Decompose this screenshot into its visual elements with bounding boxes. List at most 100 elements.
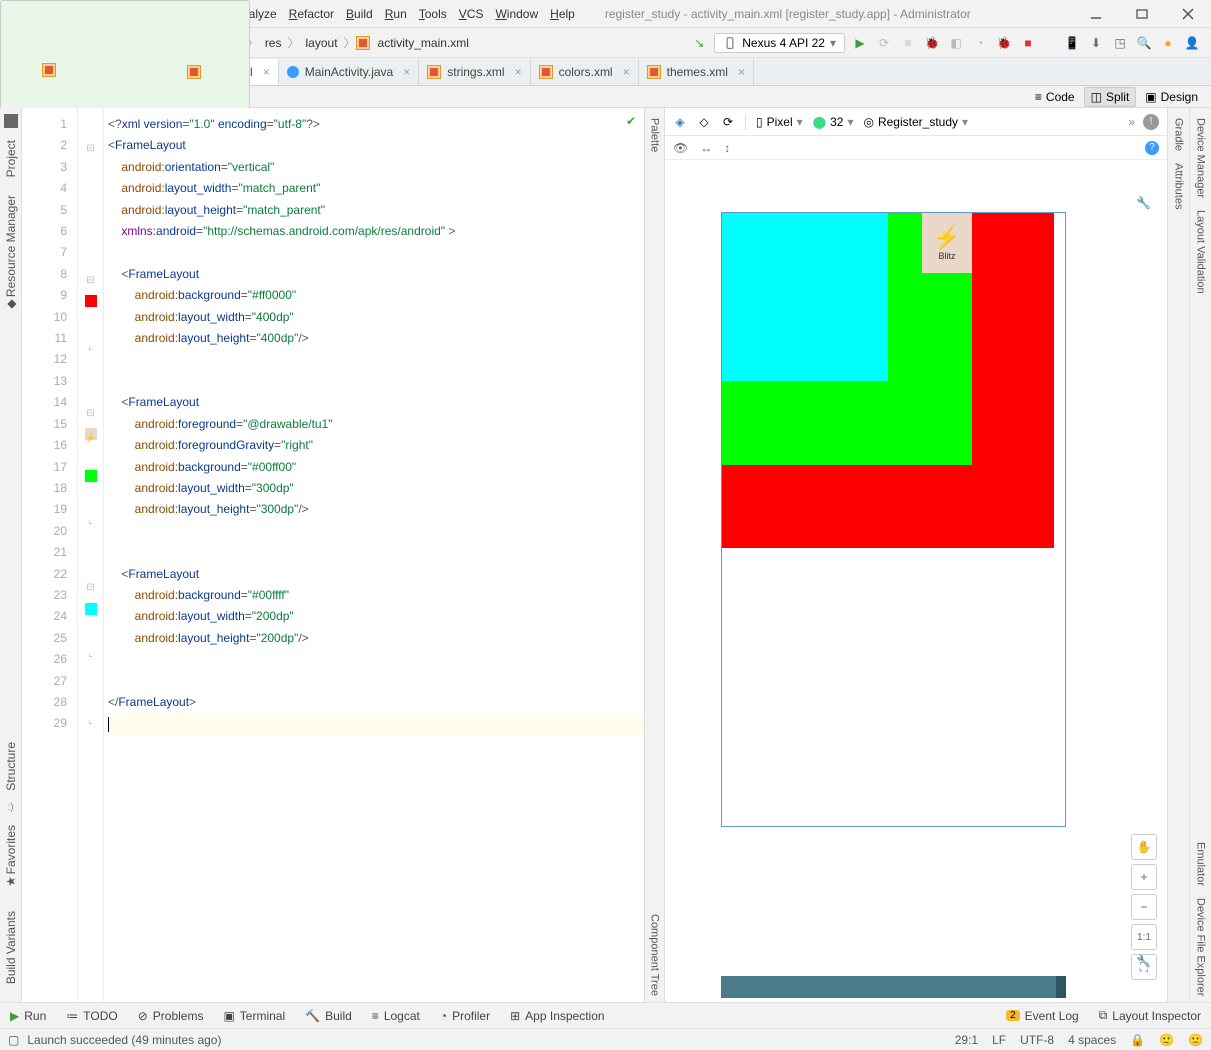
- avd-manager-icon[interactable]: 📱: [1063, 32, 1081, 54]
- close-tab-icon[interactable]: ×: [515, 65, 522, 79]
- window-minimize-button[interactable]: [1073, 0, 1119, 28]
- apply-changes-button[interactable]: ⟳: [875, 32, 893, 54]
- device-frame[interactable]: ⚡ Blitz: [721, 212, 1066, 827]
- resource-manager-tool-tab[interactable]: ◆Resource Manager: [2, 189, 20, 321]
- view-design-button[interactable]: ▣Design: [1138, 87, 1205, 107]
- view-code-button[interactable]: ≡Code: [1028, 87, 1082, 107]
- design-surface-icon[interactable]: ◈: [673, 115, 687, 129]
- build-tool-tab[interactable]: 🔨Build: [305, 1009, 352, 1023]
- sdk-manager-icon[interactable]: ⬇: [1087, 32, 1105, 54]
- line-number-gutter[interactable]: 1234567891011121314151617181920212223242…: [22, 108, 78, 1002]
- project-icon[interactable]: [4, 114, 18, 128]
- profiler-tool-tab[interactable]: ◔Profiler: [440, 1009, 490, 1023]
- caret-position[interactable]: 29:1: [955, 1033, 978, 1047]
- wrench-icon[interactable]: 🔧: [1136, 954, 1151, 968]
- api-picker[interactable]: ⬤32▾: [813, 115, 854, 129]
- close-tab-icon[interactable]: ×: [263, 65, 270, 79]
- file-tab[interactable]: strings.xml×: [419, 59, 530, 85]
- breadcrumb-segment[interactable]: layout: [300, 34, 344, 52]
- warnings-icon[interactable]: !: [1143, 114, 1159, 130]
- view-split-button[interactable]: ◫Split: [1084, 87, 1137, 107]
- help-icon[interactable]: ?: [1145, 141, 1159, 155]
- window-close-button[interactable]: [1165, 0, 1211, 28]
- code-area[interactable]: <?xml version="1.0" encoding="utf-8"?><F…: [104, 108, 644, 1002]
- logcat-tool-tab[interactable]: ≡Logcat: [372, 1009, 420, 1023]
- run-tool-tab[interactable]: ▶Run: [10, 1009, 46, 1023]
- coverage-button[interactable]: ◧: [947, 32, 965, 54]
- breadcrumb-segment[interactable]: activity_main.xml: [372, 34, 475, 52]
- structure-tool-tab[interactable]: Structure: [2, 736, 20, 797]
- device-picker[interactable]: ▯Pixel▾: [756, 115, 803, 129]
- emulator-tool-tab[interactable]: Emulator: [1193, 836, 1209, 892]
- file-tab[interactable]: colors.xml×: [531, 59, 639, 85]
- event-log-tool-tab[interactable]: 2Event Log: [1006, 1009, 1079, 1023]
- debug-button[interactable]: 🐞: [923, 32, 941, 54]
- file-encoding[interactable]: UTF-8: [1020, 1033, 1054, 1047]
- theme-picker[interactable]: ◎Register_study▾: [863, 115, 968, 129]
- inspections-ok-icon[interactable]: ✔: [626, 114, 636, 128]
- menu-refactor[interactable]: Refactor: [283, 4, 340, 24]
- device-manager-tool-tab[interactable]: Device Manager: [1193, 112, 1209, 204]
- breadcrumb-segment[interactable]: res: [259, 34, 288, 52]
- menu-tools[interactable]: Tools: [413, 4, 453, 24]
- smiley-icon[interactable]: 🙂: [1159, 1033, 1174, 1047]
- second-device-strip: [721, 976, 1066, 998]
- file-tab[interactable]: themes.xml×: [639, 59, 754, 85]
- layout-inspector-tool-tab[interactable]: ⧉Layout Inspector: [1099, 1008, 1201, 1023]
- attach-debugger-button[interactable]: 🐞: [995, 32, 1013, 54]
- apply-code-button[interactable]: ≡: [899, 32, 917, 54]
- profile-button[interactable]: ◔: [971, 32, 989, 54]
- window-maximize-button[interactable]: [1119, 0, 1165, 28]
- device-file-explorer-tool-tab[interactable]: Device File Explorer: [1193, 892, 1209, 1002]
- menu-vcs[interactable]: VCS: [453, 4, 490, 24]
- attributes-tool-tab[interactable]: Attributes: [1171, 157, 1187, 215]
- sync-icon[interactable]: ↘: [690, 32, 708, 54]
- project-tool-tab[interactable]: Project: [2, 134, 20, 183]
- zoom-fit-button[interactable]: 1:1: [1131, 924, 1157, 950]
- run-button[interactable]: ▶: [851, 32, 869, 54]
- wrench-icon[interactable]: 🔧: [1136, 196, 1151, 210]
- menu-window[interactable]: Window: [489, 4, 544, 24]
- favorites-tool-tab[interactable]: ★Favorites: [2, 819, 20, 898]
- expand-icon[interactable]: ↕: [724, 141, 730, 155]
- menu-help[interactable]: Help: [544, 4, 581, 24]
- pan-button[interactable]: ✋: [1131, 834, 1157, 860]
- problems-tool-tab[interactable]: ⊘Problems: [138, 1009, 204, 1023]
- palette-tool-tab[interactable]: Palette: [647, 112, 663, 158]
- orientation-icon[interactable]: ⟳: [721, 115, 735, 129]
- eye-icon[interactable]: 👁: [673, 141, 688, 155]
- zoom-in-button[interactable]: +: [1131, 864, 1157, 890]
- close-tab-icon[interactable]: ×: [403, 65, 410, 79]
- tool-windows-toggle-icon[interactable]: ▢: [8, 1033, 19, 1047]
- code-editor[interactable]: 1234567891011121314151617181920212223242…: [22, 108, 645, 1002]
- component-tree-tool-tab[interactable]: Component Tree: [647, 908, 663, 1002]
- gradle-tool-tab[interactable]: Gradle: [1171, 112, 1187, 157]
- design-canvas[interactable]: 🔧 ⚡ Blitz ✋ + − 1:1 ⛶ 🔧: [665, 160, 1167, 1002]
- arrows-icon[interactable]: ↔: [700, 141, 712, 155]
- line-separator[interactable]: LF: [992, 1033, 1006, 1047]
- search-icon[interactable]: 🔍: [1135, 32, 1153, 54]
- zoom-out-button[interactable]: −: [1131, 894, 1157, 920]
- close-tab-icon[interactable]: ×: [738, 65, 745, 79]
- device-selector-dropdown[interactable]: Nexus 4 API 22 ▾: [714, 33, 845, 53]
- stop-button[interactable]: ■: [1019, 32, 1037, 54]
- user-avatar-icon[interactable]: 👤: [1183, 32, 1201, 54]
- readonly-icon[interactable]: 🔒: [1130, 1033, 1145, 1047]
- todo-tool-tab[interactable]: ≔TODO: [66, 1009, 117, 1023]
- menu-build[interactable]: Build: [340, 4, 379, 24]
- layout-validation-tool-tab[interactable]: Layout Validation: [1193, 204, 1209, 300]
- app-inspection-tool-tab[interactable]: ⊞App Inspection: [510, 1009, 604, 1023]
- file-tab[interactable]: MainActivity.java×: [279, 59, 420, 85]
- indent-info[interactable]: 4 spaces: [1068, 1033, 1116, 1047]
- theme-icon: ◎: [863, 115, 873, 129]
- frown-icon[interactable]: 🙁: [1188, 1033, 1203, 1047]
- fold-gutter[interactable]: ⊟ ⊟ ⌞ ⊟⚡ ⌞ ⊟ ⌞ ⌞: [78, 108, 104, 1002]
- terminal-tool-tab[interactable]: ▣Terminal: [223, 1009, 285, 1023]
- blueprint-icon[interactable]: ◇: [697, 115, 711, 129]
- overflow-icon[interactable]: »: [1128, 115, 1135, 129]
- updates-icon[interactable]: ●: [1159, 32, 1177, 54]
- close-tab-icon[interactable]: ×: [623, 65, 630, 79]
- build-variants-tool-tab[interactable]: Build Variants: [2, 905, 20, 990]
- menu-run[interactable]: Run: [379, 4, 413, 24]
- troubleshoot-icon[interactable]: ◳: [1111, 32, 1129, 54]
